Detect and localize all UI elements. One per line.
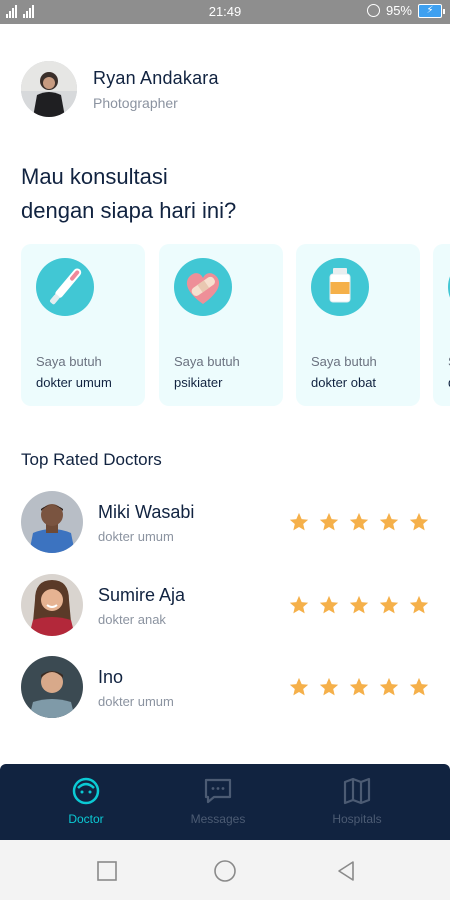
doctor-category: dokter umum: [98, 529, 174, 544]
medicine-bottle-icon: [311, 258, 369, 316]
category-card-partial[interactable]: S d: [433, 244, 450, 406]
nav-label-hospitals: Hospitals: [332, 812, 382, 826]
user-avatar[interactable]: [21, 61, 77, 117]
card-label-bottom: dokter obat: [311, 375, 377, 390]
thermometer-icon: [36, 258, 94, 316]
doctor-photo: [21, 656, 83, 718]
home-icon[interactable]: [213, 859, 237, 883]
doctor-name: Ino: [98, 667, 124, 687]
doctor-name: Sumire Aja: [98, 585, 186, 605]
user-name: Ryan Andakara: [93, 67, 219, 88]
nav-label-messages: Messages: [190, 812, 246, 826]
doctor-category: dokter umum: [98, 694, 174, 709]
doctor-photo: [21, 574, 83, 636]
system-navigation-bar: [0, 840, 450, 900]
doctor-avatar: [21, 656, 83, 718]
category-card-psikiater[interactable]: Saya butuh psikiater: [159, 244, 283, 406]
bottom-navigation: Doctor Messages Hospitals: [0, 764, 450, 840]
star-icon: [379, 677, 399, 696]
star-icon: [349, 595, 369, 614]
nav-tab-doctor[interactable]: Doctor: [26, 776, 146, 826]
status-bar: 21:49 95% ⚡: [0, 0, 450, 24]
star-icon: [409, 595, 429, 614]
star-icon: [409, 677, 429, 696]
rating-stars: [288, 594, 430, 616]
doctor-item[interactable]: Miki Wasabi dokter umum: [21, 491, 430, 555]
nav-label-doctor: Doctor: [68, 812, 104, 826]
star-icon: [379, 595, 399, 614]
card-label-top: Saya butuh: [174, 354, 240, 369]
star-icon: [319, 595, 339, 614]
status-right: 95% ⚡: [366, 3, 445, 18]
doctor-name: Miki Wasabi: [98, 502, 195, 522]
category-card-dokter-umum[interactable]: Saya butuh dokter umum: [21, 244, 145, 406]
nav-tab-messages[interactable]: Messages: [158, 776, 278, 826]
star-icon: [409, 512, 429, 531]
doctor-face-icon: [72, 777, 100, 805]
doctor-avatar: [21, 574, 83, 636]
star-icon: [319, 677, 339, 696]
star-icon: [319, 512, 339, 531]
alarm-icon: [366, 4, 380, 17]
user-profile[interactable]: Ryan Andakara Photographer: [21, 61, 219, 117]
user-photo: [21, 61, 77, 117]
battery-percent: 95%: [385, 3, 412, 18]
doctor-category-list[interactable]: Saya butuh dokter umum Saya butuh psikia…: [21, 244, 450, 408]
card-label-top: Saya butuh: [36, 354, 102, 369]
doctor-item[interactable]: Ino dokter umum: [21, 656, 430, 720]
star-icon: [349, 512, 369, 531]
heart-bandage-icon: [174, 258, 232, 316]
nav-tab-hospitals[interactable]: Hospitals: [297, 776, 417, 826]
back-icon[interactable]: [334, 859, 358, 883]
doctor-item[interactable]: Sumire Aja dokter anak: [21, 574, 430, 638]
messages-icon: [204, 778, 232, 804]
greeting-line-1: Mau konsultasi: [21, 164, 168, 189]
category-card-dokter-obat[interactable]: Saya butuh dokter obat: [296, 244, 420, 406]
doctor-avatar: [21, 491, 83, 553]
star-icon: [289, 595, 309, 614]
rating-stars: [288, 676, 430, 698]
star-icon: [289, 512, 309, 531]
card-label-bottom: psikiater: [174, 375, 223, 390]
card-label-top: Saya butuh: [311, 354, 377, 369]
user-job: Photographer: [93, 94, 178, 111]
doctor-category: dokter anak: [98, 612, 166, 627]
star-icon: [349, 677, 369, 696]
greeting-line-2: dengan siapa hari ini?: [21, 198, 237, 223]
top-rated-title: Top Rated Doctors: [21, 450, 162, 469]
star-icon: [289, 677, 309, 696]
doctor-photo: [21, 491, 83, 553]
recent-apps-icon[interactable]: [96, 860, 118, 882]
star-icon: [379, 512, 399, 531]
rating-stars: [288, 511, 430, 533]
greeting-heading: Mau konsultasi dengan siapa hari ini?: [21, 160, 321, 228]
battery-icon: ⚡: [418, 3, 445, 18]
card-label-bottom: dokter umum: [36, 375, 112, 390]
map-icon: [343, 777, 371, 805]
